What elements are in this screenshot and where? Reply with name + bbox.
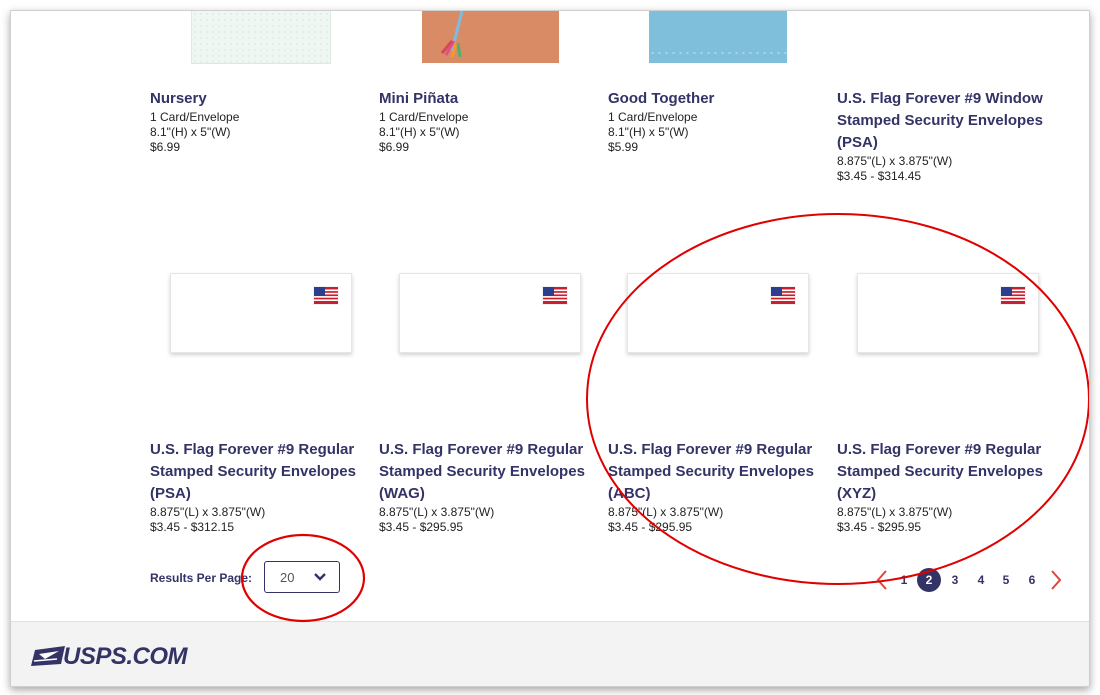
product-flag-regular-xyz[interactable]: U.S. Flag Forever #9 Regular Stamped Sec… — [837, 439, 1047, 535]
product-flag-regular-wag[interactable]: U.S. Flag Forever #9 Regular Stamped Sec… — [379, 439, 589, 535]
page-link-5[interactable]: 5 — [994, 568, 1018, 592]
product-size: 8.1"(H) x 5"(W) — [608, 125, 689, 139]
footer: USPS.COM — [11, 621, 1089, 686]
mini-pinata-card-image[interactable] — [422, 11, 559, 63]
product-size: 8.875"(L) x 3.875"(W) — [150, 505, 266, 519]
page-link-1[interactable]: 1 — [892, 568, 916, 592]
product-detail: 1 Card/Envelope — [379, 110, 469, 124]
product-flag-regular-abc[interactable]: U.S. Flag Forever #9 Regular Stamped Sec… — [608, 439, 818, 535]
product-title[interactable]: U.S. Flag Forever #9 Regular Stamped Sec… — [379, 439, 589, 505]
envelope-image-abc[interactable] — [627, 273, 809, 353]
product-flag-window-psa[interactable]: U.S. Flag Forever #9 Window Stamped Secu… — [837, 88, 1047, 184]
results-per-page-label: Results Per Page: — [150, 571, 253, 585]
envelope-image-wag[interactable] — [399, 273, 581, 353]
product-detail: 1 Card/Envelope — [608, 110, 698, 124]
product-price: $3.45 - $312.15 — [150, 520, 235, 534]
product-price: $3.45 - $295.95 — [379, 520, 464, 534]
product-results-panel: Nursery 1 Card/Envelope 8.1"(H) x 5"(W) … — [10, 10, 1090, 687]
decorative-dots — [649, 51, 787, 55]
pinata-streamers-icon — [440, 11, 464, 58]
product-good-together[interactable]: Good Together 1 Card/Envelope 8.1"(H) x … — [608, 88, 818, 155]
usps-eagle-logo-icon[interactable] — [31, 644, 65, 668]
us-flag-stamp-icon — [770, 286, 796, 305]
product-title[interactable]: U.S. Flag Forever #9 Regular Stamped Sec… — [837, 439, 1047, 505]
product-detail: 1 Card/Envelope — [150, 110, 240, 124]
results-per-page-select[interactable]: 20 — [264, 561, 340, 593]
product-size: 8.1"(H) x 5"(W) — [150, 125, 231, 139]
page-link-6[interactable]: 6 — [1020, 568, 1044, 592]
product-title[interactable]: U.S. Flag Forever #9 Window Stamped Secu… — [837, 88, 1047, 154]
good-together-card-image[interactable] — [649, 11, 787, 63]
product-size: 8.1"(H) x 5"(W) — [379, 125, 460, 139]
product-price: $6.99 — [150, 140, 181, 154]
product-title[interactable]: Good Together — [608, 88, 818, 110]
usps-logo-text[interactable]: USPS.COM — [63, 643, 188, 671]
page-link-4[interactable]: 4 — [969, 568, 993, 592]
product-title[interactable]: Mini Piñata — [379, 88, 589, 110]
chevron-left-icon[interactable] — [875, 569, 889, 591]
chevron-right-icon[interactable] — [1049, 569, 1063, 591]
page-link-2-current[interactable]: 2 — [917, 568, 941, 592]
us-flag-stamp-icon — [1000, 286, 1026, 305]
product-size: 8.875"(L) x 3.875"(W) — [379, 505, 495, 519]
us-flag-stamp-icon — [313, 286, 339, 305]
product-price: $3.45 - $314.45 — [837, 169, 922, 183]
product-flag-regular-psa[interactable]: U.S. Flag Forever #9 Regular Stamped Sec… — [150, 439, 360, 535]
page-link-3[interactable]: 3 — [943, 568, 967, 592]
product-title[interactable]: Nursery — [150, 88, 360, 110]
envelope-image-xyz[interactable] — [857, 273, 1039, 353]
product-size: 8.875"(L) x 3.875"(W) — [837, 505, 953, 519]
product-size: 8.875"(L) x 3.875"(W) — [837, 154, 953, 168]
chevron-down-icon — [314, 573, 326, 581]
product-mini-pinata[interactable]: Mini Piñata 1 Card/Envelope 8.1"(H) x 5"… — [379, 88, 589, 155]
results-per-page-value: 20 — [280, 570, 295, 585]
product-size: 8.875"(L) x 3.875"(W) — [608, 505, 724, 519]
us-flag-stamp-icon — [542, 286, 568, 305]
product-price: $3.45 - $295.95 — [837, 520, 922, 534]
nursery-card-image[interactable] — [191, 11, 331, 64]
product-nursery[interactable]: Nursery 1 Card/Envelope 8.1"(H) x 5"(W) … — [150, 88, 360, 155]
envelope-image-psa[interactable] — [170, 273, 352, 353]
product-price: $5.99 — [608, 140, 639, 154]
product-price: $3.45 - $295.95 — [608, 520, 693, 534]
product-title[interactable]: U.S. Flag Forever #9 Regular Stamped Sec… — [150, 439, 360, 505]
product-price: $6.99 — [379, 140, 410, 154]
product-title[interactable]: U.S. Flag Forever #9 Regular Stamped Sec… — [608, 439, 818, 505]
